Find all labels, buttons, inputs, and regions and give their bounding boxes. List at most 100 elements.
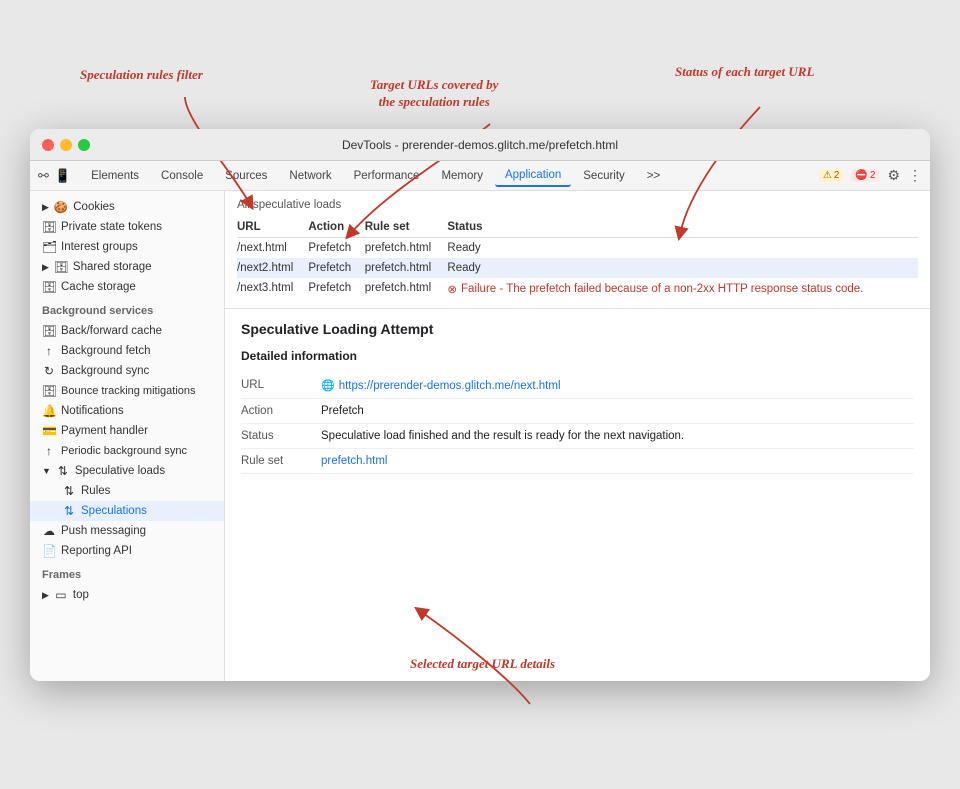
tab-console[interactable]: Console	[151, 166, 213, 186]
cell-url: /next.html	[237, 238, 308, 259]
cell-ruleset: prefetch.html	[365, 258, 448, 278]
sidebar-label-speculative-loads: Speculative loads	[75, 465, 165, 477]
speculations-icon: ⇅	[62, 504, 76, 518]
detail-section: Speculative Loading Attempt Detailed inf…	[225, 309, 930, 681]
detail-link[interactable]: 🌐https://prerender-demos.glitch.me/next.…	[321, 379, 914, 392]
expand-icon: ▶	[42, 202, 49, 213]
sidebar-item-notifications[interactable]: 🔔 Notifications	[30, 401, 224, 421]
detail-link[interactable]: prefetch.html	[321, 455, 914, 467]
sidebar-label-notifications: Notifications	[61, 405, 124, 417]
tab-memory[interactable]: Memory	[431, 166, 493, 186]
globe-icon: 🌐	[321, 379, 335, 392]
error-badge: ⛔ 2	[851, 169, 879, 182]
detail-row-value: Prefetch	[321, 405, 914, 417]
reporting-api-icon: 📄	[42, 544, 56, 558]
sidebar-item-private-state-tokens[interactable]: 🗄 Private state tokens	[30, 217, 224, 237]
close-button[interactable]	[42, 139, 54, 151]
sidebar-label-cookies: Cookies	[73, 201, 115, 213]
sidebar-item-speculations[interactable]: ⇅ Speculations	[30, 501, 224, 521]
sidebar-item-push-messaging[interactable]: ☁ Push messaging	[30, 521, 224, 541]
table-header-row: URL Action Rule set Status	[237, 217, 918, 238]
expand-icon-spec: ▼	[42, 466, 51, 476]
detail-row-value[interactable]: prefetch.html	[321, 455, 914, 467]
frames-label: Frames	[30, 561, 224, 585]
periodic-bg-sync-icon: ↑	[42, 444, 56, 458]
all-speculative-loads-label: All speculative loads	[237, 199, 918, 211]
cell-url: /next3.html	[237, 278, 308, 300]
notifications-icon: 🔔	[42, 404, 56, 418]
tab-sources[interactable]: Sources	[215, 166, 277, 186]
tab-application[interactable]: Application	[495, 165, 571, 187]
background-services-label: Background services	[30, 297, 224, 321]
tab-performance[interactable]: Performance	[344, 166, 430, 186]
sidebar-label-reporting-api: Reporting API	[61, 545, 132, 557]
sidebar-label-push-messaging: Push messaging	[61, 525, 146, 537]
sidebar-item-speculative-loads[interactable]: ▼ ⇅ Speculative loads	[30, 461, 224, 481]
tab-more[interactable]: >>	[637, 166, 670, 186]
sidebar-item-payment-handler[interactable]: 💳 Payment handler	[30, 421, 224, 441]
window-title: DevTools - prerender-demos.glitch.me/pre…	[342, 138, 618, 152]
spec-loads-section: All speculative loads URL Action Rule se…	[225, 191, 930, 309]
sidebar-item-rules[interactable]: ⇅ Rules	[30, 481, 224, 501]
private-state-icon: 🗄	[42, 220, 56, 234]
more-icon[interactable]: ⋮	[908, 167, 922, 184]
speculative-loads-icon: ⇅	[56, 464, 70, 478]
annotation-target-urls: Target URLs covered bythe speculation ru…	[370, 77, 498, 111]
detail-row-value[interactable]: 🌐https://prerender-demos.glitch.me/next.…	[321, 379, 914, 392]
sidebar-item-cookies[interactable]: ▶ 🍪 Cookies	[30, 197, 224, 217]
sidebar-label-back-forward: Back/forward cache	[61, 325, 162, 337]
detail-row-label: URL	[241, 379, 321, 391]
error-circle-icon: ⊗	[447, 282, 457, 296]
tab-security[interactable]: Security	[573, 166, 635, 186]
cache-storage-icon: 🗄	[42, 280, 56, 294]
sidebar-label-speculations: Speculations	[81, 505, 147, 517]
table-row[interactable]: /next2.htmlPrefetchprefetch.htmlReady	[237, 258, 918, 278]
annotation-status: Status of each target URL	[675, 64, 814, 81]
warning-icon: ⚠	[823, 170, 832, 181]
devtools-window: DevTools - prerender-demos.glitch.me/pre…	[30, 129, 930, 681]
tab-elements[interactable]: Elements	[81, 166, 149, 186]
bg-sync-icon: ↻	[42, 364, 56, 378]
expand-icon-ss: ▶	[42, 262, 49, 273]
maximize-button[interactable]	[78, 139, 90, 151]
speculative-loads-table: URL Action Rule set Status /next.htmlPre…	[237, 217, 918, 300]
sidebar-label-top: top	[73, 589, 89, 601]
cell-status: Ready	[447, 238, 918, 259]
sidebar-label-shared-storage: Shared storage	[73, 261, 152, 273]
detail-row: URL🌐https://prerender-demos.glitch.me/ne…	[241, 373, 914, 399]
sidebar-item-back-forward[interactable]: 🗄 Back/forward cache	[30, 321, 224, 341]
sidebar-label-private-state: Private state tokens	[61, 221, 162, 233]
cell-ruleset: prefetch.html	[365, 238, 448, 259]
sidebar-label-interest-groups: Interest groups	[61, 241, 138, 253]
sidebar-label-payment-handler: Payment handler	[61, 425, 148, 437]
sidebar-item-bg-fetch[interactable]: ↑ Background fetch	[30, 341, 224, 361]
push-messaging-icon: ☁	[42, 524, 56, 538]
sidebar-item-cache-storage[interactable]: 🗄 Cache storage	[30, 277, 224, 297]
interest-groups-icon: 🗂	[42, 240, 56, 254]
annotation-selected-details: Selected target URL details	[410, 656, 555, 673]
table-row[interactable]: /next3.htmlPrefetchprefetch.html⊗Failure…	[237, 278, 918, 300]
table-row[interactable]: /next.htmlPrefetchprefetch.htmlReady	[237, 238, 918, 259]
sidebar-item-reporting-api[interactable]: 📄 Reporting API	[30, 541, 224, 561]
cursor-icon[interactable]: ⚯	[38, 168, 49, 184]
detail-subtitle: Detailed information	[241, 349, 914, 363]
cell-status: Ready	[447, 258, 918, 278]
detail-row: Rule setprefetch.html	[241, 449, 914, 474]
tab-network[interactable]: Network	[279, 166, 341, 186]
bg-fetch-icon: ↑	[42, 344, 56, 358]
device-icon[interactable]: 📱	[55, 168, 71, 184]
sidebar-item-bounce-tracking[interactable]: 🗄 Bounce tracking mitigations	[30, 381, 224, 401]
sidebar-item-shared-storage[interactable]: ▶ 🗄 Shared storage	[30, 257, 224, 277]
cell-action: Prefetch	[308, 278, 364, 300]
settings-icon[interactable]: ⚙	[887, 167, 900, 184]
payment-handler-icon: 💳	[42, 424, 56, 438]
sidebar-item-interest-groups[interactable]: 🗂 Interest groups	[30, 237, 224, 257]
sidebar-label-periodic-bg-sync: Periodic background sync	[61, 445, 187, 457]
sidebar-item-bg-sync[interactable]: ↻ Background sync	[30, 361, 224, 381]
minimize-button[interactable]	[60, 139, 72, 151]
sidebar-item-periodic-bg-sync[interactable]: ↑ Periodic background sync	[30, 441, 224, 461]
sidebar-item-top[interactable]: ▶ ▭ top	[30, 585, 224, 605]
sidebar-label-bg-sync: Background sync	[61, 365, 149, 377]
sidebar-label-bg-fetch: Background fetch	[61, 345, 151, 357]
content-panel: All speculative loads URL Action Rule se…	[225, 191, 930, 681]
